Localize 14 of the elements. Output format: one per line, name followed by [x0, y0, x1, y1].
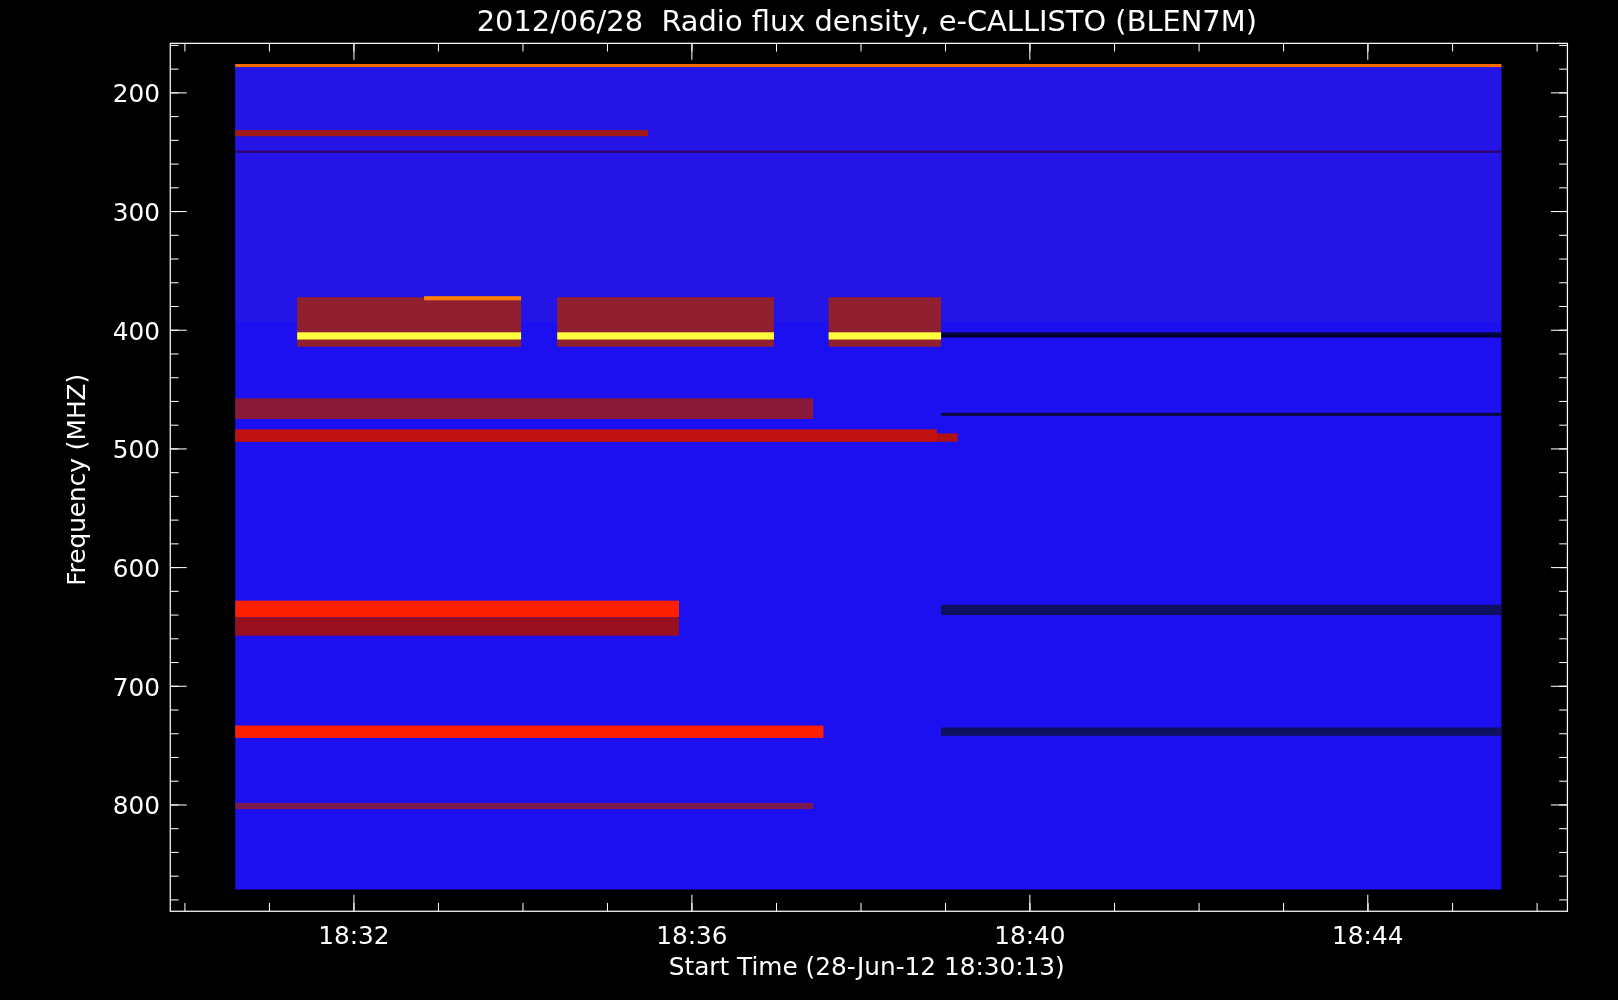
y-tick-label: 600: [112, 553, 160, 583]
x-tick-label: 18:44: [1332, 921, 1404, 951]
x-tick-label: 18:36: [656, 921, 728, 951]
x-axis-label: Start Time (28-Jun-12 18:30:13): [668, 952, 1065, 982]
x-tick-label: 18:40: [994, 921, 1066, 951]
y-tick-label: 700: [112, 672, 160, 702]
y-tick-label: 200: [112, 79, 160, 109]
y-axis-label: Frequency (MHZ): [61, 373, 91, 586]
y-tick-label: 400: [112, 316, 160, 346]
chart-title: 2012/06/28 Radio flux density, e-CALLISTO (BLEN7M): [476, 3, 1257, 38]
y-tick-label: 800: [112, 791, 160, 821]
y-tick-label: 500: [112, 435, 160, 465]
x-tick-label: 18:32: [318, 921, 390, 951]
y-tick-label: 300: [112, 197, 160, 227]
